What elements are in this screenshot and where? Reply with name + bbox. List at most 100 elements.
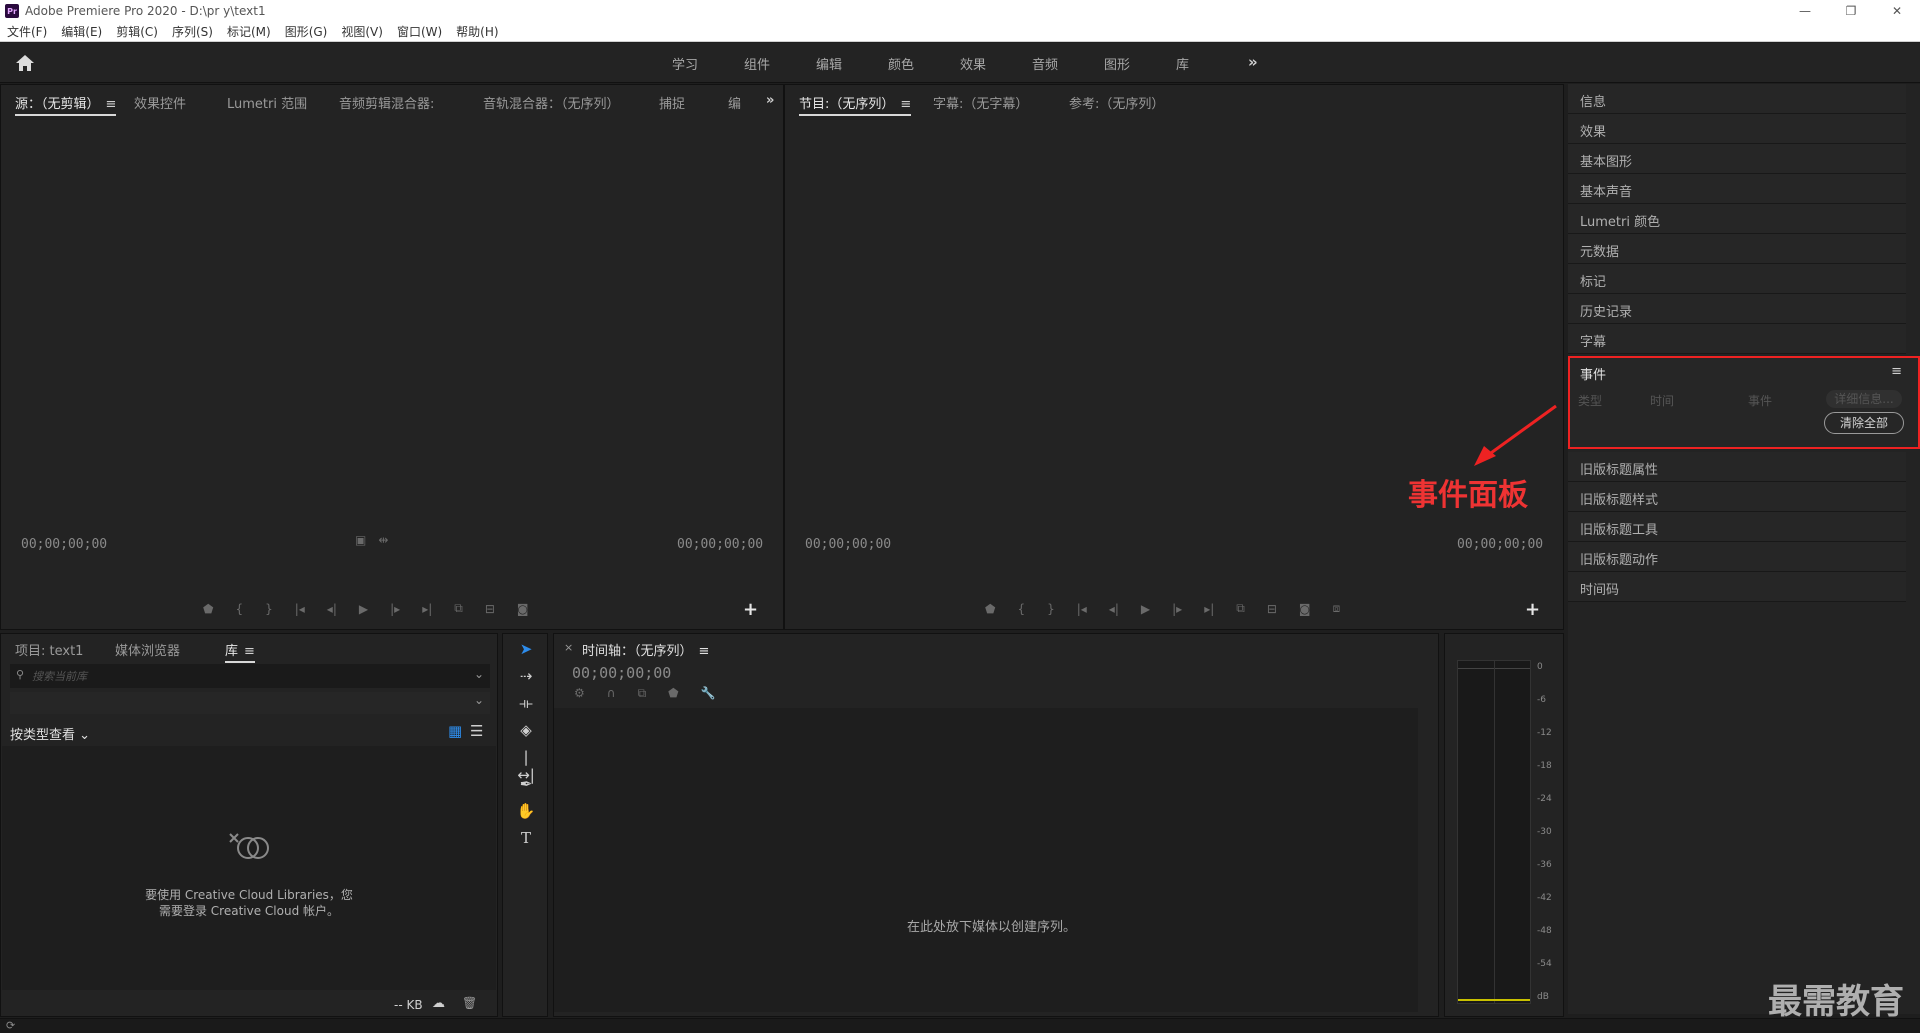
add-marker-icon[interactable]: ⬟ <box>203 602 213 616</box>
panel-lumetri-color[interactable]: Lumetri 颜色 <box>1568 204 1906 234</box>
panel-legacy-title-styles[interactable]: 旧版标题样式 <box>1568 482 1906 512</box>
play-icon[interactable]: ▶ <box>1141 602 1150 616</box>
restore-button[interactable]: ❐ <box>1828 0 1874 22</box>
export-frame-icon[interactable]: ◙ <box>1299 602 1311 616</box>
cloud-sync-icon[interactable]: ☁ <box>432 996 445 1011</box>
nest-icon[interactable]: ⚙ <box>574 686 585 701</box>
timeline-title[interactable]: 时间轴：（无序列） ≡ <box>582 640 709 659</box>
mark-out-icon[interactable]: } <box>1047 602 1055 616</box>
wrench-icon[interactable]: 🔧 <box>701 686 716 701</box>
fit-icon[interactable]: ▣ <box>355 533 366 547</box>
step-back-icon[interactable]: ◂| <box>327 602 337 616</box>
overwrite-icon[interactable]: ⊟ <box>485 602 495 616</box>
razor-tool-icon[interactable]: ◈ <box>516 721 536 741</box>
tab-libraries[interactable]: 库 ≡ <box>225 640 255 663</box>
menu-window[interactable]: 窗口(W) <box>397 23 442 40</box>
menu-graphics[interactable]: 图形(G) <box>285 23 328 40</box>
panel-legacy-title-actions[interactable]: 旧版标题动作 <box>1568 542 1906 572</box>
panel-menu-icon[interactable]: ≡ <box>900 97 911 112</box>
grid-view-icon[interactable]: ▦ <box>448 722 462 740</box>
workspace-effects[interactable]: 效果 <box>960 54 986 73</box>
view-by-type-dropdown[interactable]: 按类型查看 ⌄ <box>10 724 90 743</box>
panel-legacy-title-tools[interactable]: 旧版标题工具 <box>1568 512 1906 542</box>
panel-menu-icon[interactable]: ≡ <box>106 97 117 112</box>
tab-audio-clip-mixer[interactable]: 音频剪辑混合器: <box>339 93 434 112</box>
ripple-edit-tool-icon[interactable]: ⟛ <box>516 694 536 714</box>
go-to-out-icon[interactable]: ▸| <box>422 602 432 616</box>
menu-sequence[interactable]: 序列(S) <box>172 23 213 40</box>
button-editor-plus-icon[interactable]: + <box>1525 599 1540 620</box>
menu-view[interactable]: 视图(V) <box>341 23 383 40</box>
comparison-view-icon[interactable]: ⧈ <box>1333 601 1341 616</box>
workspace-graphics[interactable]: 图形 <box>1104 54 1130 73</box>
minimize-button[interactable]: — <box>1782 0 1828 22</box>
close-icon[interactable]: × <box>564 641 573 654</box>
waveform-icon[interactable]: ⇹ <box>378 533 388 547</box>
tab-source[interactable]: 源：（无剪辑） ≡ <box>15 93 117 116</box>
hand-tool-icon[interactable]: ✋ <box>516 802 536 822</box>
add-marker-icon[interactable]: ⬟ <box>668 686 678 701</box>
tab-effect-controls[interactable]: 效果控件 <box>134 93 186 112</box>
tab-media-browser[interactable]: 媒体浏览器 <box>115 640 180 659</box>
panel-timecode[interactable]: 时间码 <box>1568 572 1906 602</box>
go-to-in-icon[interactable]: |◂ <box>1077 602 1087 616</box>
tab-audio-track-mixer[interactable]: 音轨混合器：（无序列） <box>483 93 620 112</box>
trash-icon[interactable]: 🗑 <box>462 996 477 1010</box>
pen-tool-icon[interactable]: ✒ <box>516 775 536 795</box>
program-playhead-timecode[interactable]: 00;00;00;00 <box>805 537 891 552</box>
step-back-icon[interactable]: ◂| <box>1109 602 1119 616</box>
timeline-timecode[interactable]: 00;00;00;00 <box>572 664 671 682</box>
add-marker-icon[interactable]: ⬟ <box>985 602 995 616</box>
close-button[interactable]: ✕ <box>1874 0 1920 22</box>
tab-reference[interactable]: 参考:（无序列） <box>1069 93 1164 112</box>
panel-menu-icon[interactable]: ≡ <box>1891 364 1902 379</box>
mark-in-icon[interactable]: { <box>235 602 243 616</box>
slip-tool-icon[interactable]: |↔| <box>516 748 536 784</box>
go-to-in-icon[interactable]: |◂ <box>295 602 305 616</box>
details-button[interactable]: 详细信息... <box>1826 390 1902 408</box>
extract-icon[interactable]: ⊟ <box>1267 602 1277 616</box>
snap-icon[interactable]: ∩ <box>607 686 616 701</box>
panel-effects[interactable]: 效果 <box>1568 114 1906 144</box>
panel-essential-sound[interactable]: 基本声音 <box>1568 174 1906 204</box>
linked-selection-icon[interactable]: ⧉ <box>638 686 647 701</box>
chevron-down-icon[interactable]: ⌄ <box>474 667 484 681</box>
more-tabs-icon[interactable]: » <box>766 93 774 108</box>
mark-in-icon[interactable]: { <box>1017 602 1025 616</box>
track-select-tool-icon[interactable]: ⇢ <box>516 667 536 687</box>
tab-project[interactable]: 项目: text1 <box>15 640 83 659</box>
source-playhead-timecode[interactable]: 00;00;00;00 <box>21 537 107 552</box>
panel-info[interactable]: 信息 <box>1568 84 1906 114</box>
panel-menu-icon[interactable]: ≡ <box>699 644 710 659</box>
panel-essential-graphics[interactable]: 基本图形 <box>1568 144 1906 174</box>
panel-captions[interactable]: 字幕 <box>1568 324 1906 354</box>
export-frame-icon[interactable]: ◙ <box>517 602 529 616</box>
tab-capture[interactable]: 捕捉 <box>659 93 685 112</box>
library-select-dropdown[interactable]: ⌄ <box>10 692 490 714</box>
more-workspaces-icon[interactable]: » <box>1248 53 1258 71</box>
library-search-field[interactable]: ⚲ 搜索当前库 ⌄ <box>10 664 490 688</box>
type-tool-icon[interactable]: T <box>516 829 536 849</box>
panel-metadata[interactable]: 元数据 <box>1568 234 1906 264</box>
home-icon[interactable] <box>14 53 36 73</box>
tab-edit-truncated[interactable]: 编 <box>728 93 741 112</box>
go-to-out-icon[interactable]: ▸| <box>1204 602 1214 616</box>
panel-legacy-title-properties[interactable]: 旧版标题属性 <box>1568 452 1906 482</box>
menu-markers[interactable]: 标记(M) <box>227 23 271 40</box>
workspace-learn[interactable]: 学习 <box>672 54 698 73</box>
play-icon[interactable]: ▶ <box>359 602 368 616</box>
step-forward-icon[interactable]: |▸ <box>390 602 400 616</box>
workspace-libraries[interactable]: 库 <box>1176 54 1189 73</box>
workspace-color[interactable]: 颜色 <box>888 54 914 73</box>
tab-program[interactable]: 节目:（无序列） ≡ <box>799 93 912 116</box>
tab-captions[interactable]: 字幕:（无字幕） <box>933 93 1028 112</box>
panel-menu-icon[interactable]: ≡ <box>244 644 255 659</box>
lift-icon[interactable]: ⧉ <box>1236 601 1245 616</box>
menu-edit[interactable]: 编辑(E) <box>61 23 102 40</box>
step-forward-icon[interactable]: |▸ <box>1172 602 1182 616</box>
insert-icon[interactable]: ⧉ <box>454 601 463 616</box>
panel-history[interactable]: 历史记录 <box>1568 294 1906 324</box>
list-view-icon[interactable]: ☰ <box>470 722 483 740</box>
workspace-audio[interactable]: 音频 <box>1032 54 1058 73</box>
workspace-editing[interactable]: 编辑 <box>816 54 842 73</box>
